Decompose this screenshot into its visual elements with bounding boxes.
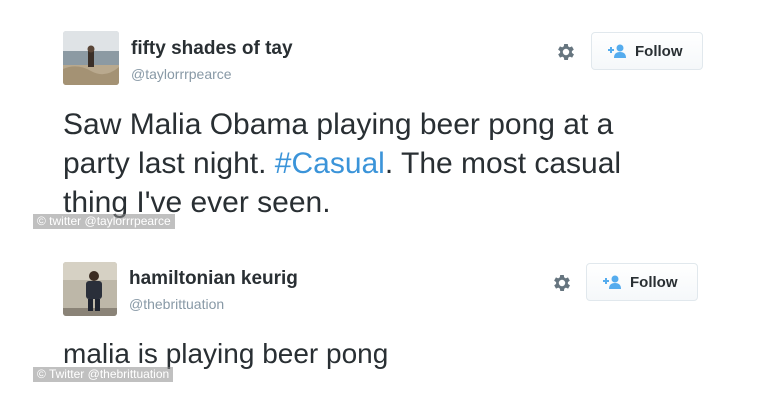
author-handle[interactable]: @thebrittuation [129, 296, 224, 312]
tweet-text-segment: . The most casual [384, 147, 622, 180]
add-user-icon [603, 275, 621, 289]
author-handle[interactable]: @taylorrrpearce [131, 66, 232, 82]
tweet-text: malia is playing beer pong [63, 338, 389, 369]
author-name[interactable]: hamiltonian keurig [129, 268, 298, 290]
follow-button[interactable]: Follow [586, 263, 698, 301]
tweet-text-line: party last night. #Casual. The most casu… [63, 144, 621, 183]
tweet-text: Saw Malia Obama playing beer pong at a p… [63, 105, 621, 222]
photo-credit: © twitter @taylorrrpearce [33, 214, 175, 229]
tweet-card-2: hamiltonian keurig @thebrittuation Follo… [0, 230, 774, 408]
gear-icon[interactable] [555, 41, 577, 63]
follow-label: Follow [635, 42, 683, 60]
tweet-card-1: fifty shades of tay @taylorrrpearce Foll… [0, 0, 774, 230]
author-name[interactable]: fifty shades of tay [131, 38, 293, 60]
gear-icon[interactable] [551, 272, 573, 294]
follow-label: Follow [630, 273, 678, 291]
photo-credit: © Twitter @thebrittuation [33, 367, 174, 382]
hashtag-link[interactable]: #Casual [275, 147, 385, 180]
add-user-icon [608, 44, 626, 58]
tweet-text-line: Saw Malia Obama playing beer pong at a [63, 108, 614, 141]
author-avatar[interactable] [63, 262, 117, 316]
follow-button[interactable]: Follow [591, 32, 703, 70]
tweet-text-segment: party last night. [63, 147, 275, 180]
author-avatar[interactable] [63, 31, 119, 85]
